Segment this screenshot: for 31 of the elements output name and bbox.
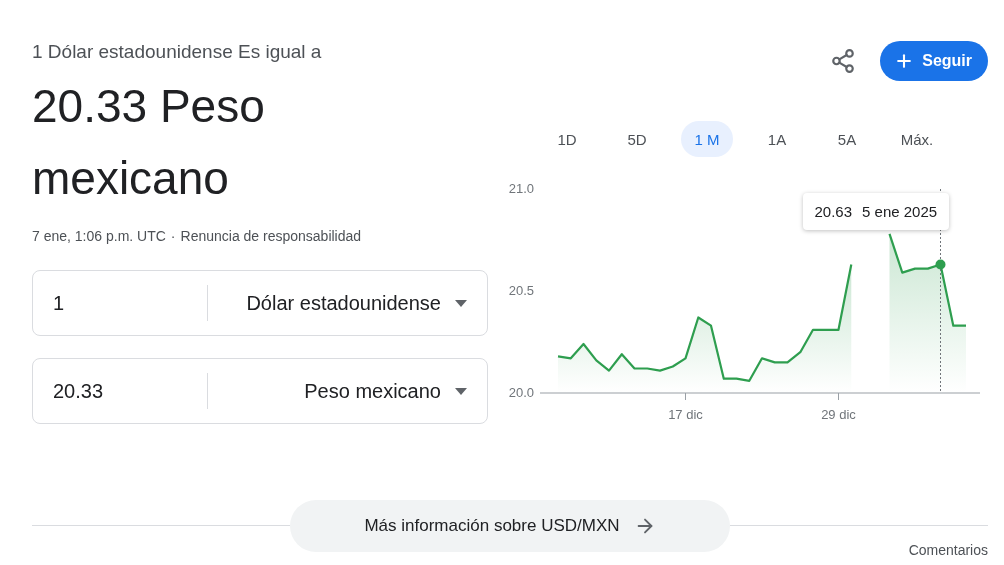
caret-icon bbox=[455, 387, 467, 395]
conversion-subtitle: 1 Dólar estadounidense Es igual a bbox=[32, 40, 323, 64]
conversion-result: 20.33 Peso mexicano bbox=[32, 79, 266, 206]
range-tab[interactable]: 5D bbox=[611, 121, 663, 157]
range-tab[interactable]: 1 M bbox=[681, 121, 733, 157]
y-tick-label: 20.0 bbox=[508, 385, 534, 400]
x-tick bbox=[838, 392, 839, 401]
share-icon[interactable] bbox=[830, 48, 857, 74]
x-tick-label: 17 dic bbox=[668, 407, 703, 422]
point-marker bbox=[935, 259, 946, 270]
amount-field[interactable]: 20.33 bbox=[53, 379, 193, 403]
y-tick-label: 21.0 bbox=[508, 181, 534, 196]
range-tab[interactable]: 5A bbox=[821, 121, 873, 157]
y-tick-label: 20.5 bbox=[508, 283, 534, 298]
range-tab[interactable]: 1D bbox=[541, 121, 593, 157]
feedback-link[interactable]: Comentarios bbox=[908, 542, 988, 558]
more-info-button[interactable]: Más información sobre USD/MXN bbox=[290, 500, 730, 552]
x-tick-label: 29 dic bbox=[821, 407, 856, 422]
range-tab[interactable]: 1A bbox=[751, 121, 803, 157]
range-tab[interactable]: Máx. bbox=[891, 121, 943, 157]
separator: · bbox=[170, 228, 176, 244]
x-tick bbox=[685, 392, 686, 401]
currency-dropdown[interactable]: Dólar estadounidense bbox=[208, 271, 487, 335]
currency-dropdown[interactable]: Peso mexicano bbox=[208, 359, 487, 423]
caret-icon bbox=[455, 299, 467, 307]
tooltip-date: 5 ene 2025 bbox=[862, 203, 938, 220]
follow-button[interactable]: Seguir bbox=[880, 41, 988, 81]
tooltip-value: 20.63 bbox=[814, 203, 853, 220]
amount-field[interactable]: 1 bbox=[53, 291, 193, 315]
timestamp: 7 ene, 1:06 p.m. UTC bbox=[32, 228, 166, 244]
disclaimer-link[interactable]: Renuncia de responsabilidad bbox=[180, 228, 362, 244]
